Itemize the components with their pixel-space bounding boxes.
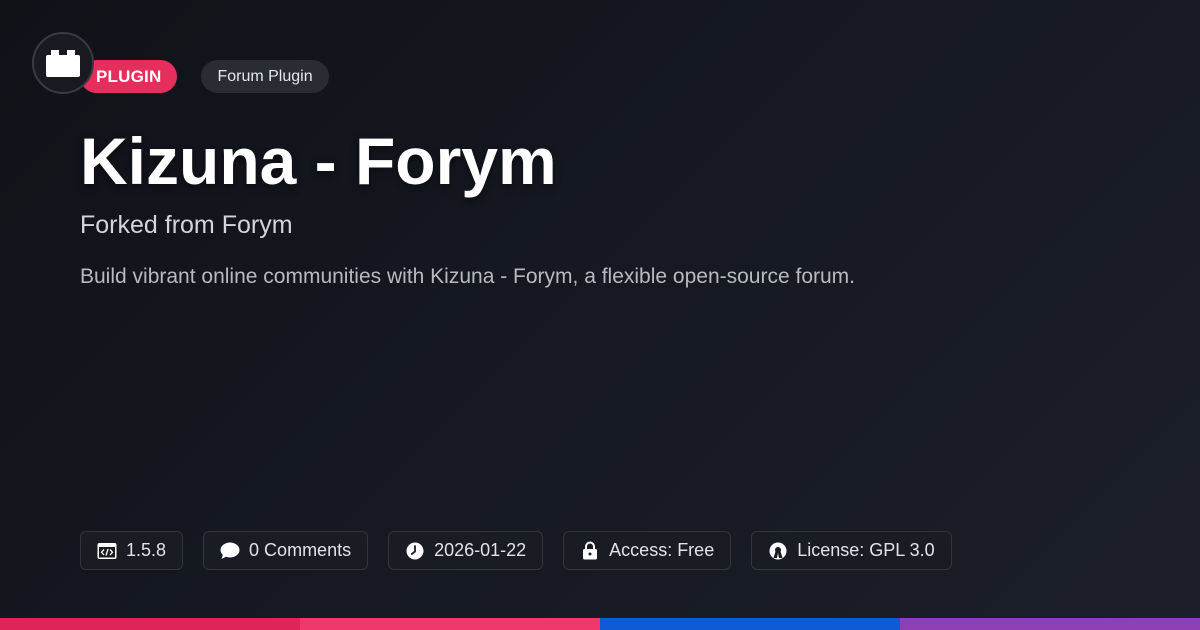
access-label: Access: Free xyxy=(609,540,715,560)
badge-row: PLUGIN Forum Plugin xyxy=(80,60,329,93)
comments-chip[interactable]: 0 Comments xyxy=(203,531,369,570)
date-label: 2026-01-22 xyxy=(434,540,527,560)
plugin-block-icon xyxy=(46,50,80,77)
comment-bubble-icon xyxy=(220,541,240,561)
accent-bar-segment xyxy=(900,618,1200,630)
accent-bar-segment xyxy=(0,618,300,630)
version-label: 1.5.8 xyxy=(126,540,167,560)
comments-label: 0 Comments xyxy=(249,540,352,560)
accent-color-bar xyxy=(0,618,1200,630)
license-label: License: GPL 3.0 xyxy=(797,540,935,560)
lock-icon xyxy=(580,541,600,561)
accent-bar-segment xyxy=(300,618,600,630)
license-chip: License: GPL 3.0 xyxy=(751,531,952,570)
clock-icon xyxy=(405,541,425,561)
category-badge[interactable]: Forum Plugin xyxy=(201,60,329,93)
page-title: Kizuna - Forym xyxy=(80,124,557,198)
code-window-icon xyxy=(97,541,117,561)
access-chip: Access: Free xyxy=(563,531,732,570)
accent-bar-segment xyxy=(600,618,900,630)
plugin-type-badge: PLUGIN xyxy=(80,60,178,93)
meta-row: 1.5.8 0 Comments 2026-01-22 Access: Free… xyxy=(80,531,952,570)
page-subtitle: Forked from Forym xyxy=(80,211,293,239)
plugin-logo xyxy=(32,32,94,94)
page-description: Build vibrant online communities with Ki… xyxy=(80,265,856,288)
version-chip: 1.5.8 xyxy=(80,531,184,570)
open-source-icon xyxy=(768,541,788,561)
date-chip: 2026-01-22 xyxy=(388,531,544,570)
